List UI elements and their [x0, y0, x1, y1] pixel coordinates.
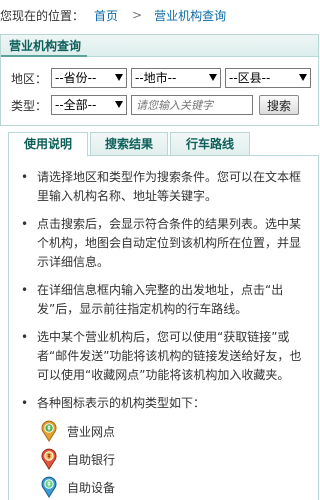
instruction-text: 在详细信息框内输入完整的出发地址，点击“出发”后，显示前往指定机构的行车路线。	[37, 283, 284, 316]
search-button[interactable]: 搜索	[259, 95, 299, 115]
instruction-text: 请选择地区和类型作为搜索条件。您可以在文本框里输入机构名称、地址等关键字。	[37, 170, 302, 203]
instruction-item: • 请选择地区和类型作为搜索条件。您可以在文本框里输入机构名称、地址等关键字。	[19, 168, 310, 206]
breadcrumb: 您现在的位置： 首页 > 营业机构查询	[0, 0, 319, 30]
breadcrumb-home-link[interactable]: 首页	[94, 7, 118, 24]
instruction-text: 选中某个营业机构后，您可以使用“获取链接”或者“邮件发送”功能将该机构的链接发送…	[37, 330, 302, 382]
instruction-text: 点击搜索后，会显示符合条件的结果列表。选中某个机构，地图会自动定位到该机构所在位…	[37, 217, 302, 269]
instructions-panel: • 请选择地区和类型作为搜索条件。您可以在文本框里输入机构名称、地址等关键字。 …	[8, 156, 319, 500]
bullet-icon: •	[21, 283, 29, 297]
legend-label: 自助银行	[67, 452, 116, 467]
chevron-down-icon	[299, 74, 307, 81]
city-select[interactable]: --地市--	[131, 68, 221, 88]
panel-title: 营业机构查询	[1, 35, 88, 57]
instruction-item: • 各种图标表示的机构类型如下：	[19, 394, 310, 413]
tab-bar: 使用说明 搜索结果 行车路线	[8, 130, 319, 157]
type-label: 类型：	[10, 98, 47, 113]
instruction-item: • 点击搜索后，会显示符合条件的结果列表。选中某个机构，地图会自动定位到该机构所…	[19, 215, 310, 272]
city-select-value: --地市--	[135, 71, 177, 85]
district-select-value: --区县--	[229, 71, 271, 85]
instruction-text: 各种图标表示的机构类型如下：	[37, 396, 206, 410]
chevron-down-icon	[115, 74, 123, 81]
bullet-icon: •	[21, 217, 29, 231]
chevron-down-icon	[209, 74, 217, 81]
bullet-icon: •	[21, 396, 29, 410]
chevron-down-icon	[115, 101, 123, 108]
region-label: 地区：	[10, 71, 47, 86]
instruction-item: • 在详细信息框内输入完整的出发地址，点击“出发”后，显示前往指定机构的行车路线…	[19, 281, 310, 319]
keyword-input[interactable]	[131, 95, 253, 115]
self-service-bank-marker-icon	[41, 448, 57, 470]
district-select[interactable]: --区县--	[225, 68, 311, 88]
province-select[interactable]: --省份--	[51, 68, 127, 88]
search-panel: 营业机构查询 地区： --省份-- --地市-- --区县-- 类型： --全部…	[0, 34, 319, 126]
tab-instructions[interactable]: 使用说明	[8, 132, 88, 157]
self-service-device-marker-icon	[41, 476, 57, 498]
panel-header: 营业机构查询	[1, 35, 318, 57]
type-select[interactable]: --全部--	[51, 95, 127, 115]
legend-item-self-service-bank: 自助银行	[41, 445, 310, 473]
bullet-icon: •	[21, 330, 29, 344]
breadcrumb-current: 营业机构查询	[154, 8, 227, 23]
legend-item-self-service-device: 自助设备	[41, 473, 310, 500]
legend-label: 营业网点	[67, 424, 116, 439]
instruction-item: • 选中某个营业机构后，您可以使用“获取链接”或者“邮件发送”功能将该机构的链接…	[19, 328, 310, 385]
breadcrumb-prefix: 您现在的位置：	[0, 8, 85, 23]
region-row: 地区： --省份-- --地市-- --区县--	[1, 67, 320, 89]
breadcrumb-separator: >	[132, 8, 143, 22]
province-select-value: --省份--	[55, 71, 97, 85]
type-select-value: --全部--	[55, 98, 97, 112]
legend-label: 自助设备	[67, 480, 116, 495]
tab-driving-route[interactable]: 行车路线	[170, 132, 250, 156]
type-row: 类型： --全部-- 搜索	[1, 94, 320, 116]
branch-marker-icon	[41, 420, 57, 442]
legend-item-branch: 营业网点	[41, 417, 310, 445]
bullet-icon: •	[21, 170, 29, 184]
tab-search-results[interactable]: 搜索结果	[90, 132, 168, 156]
